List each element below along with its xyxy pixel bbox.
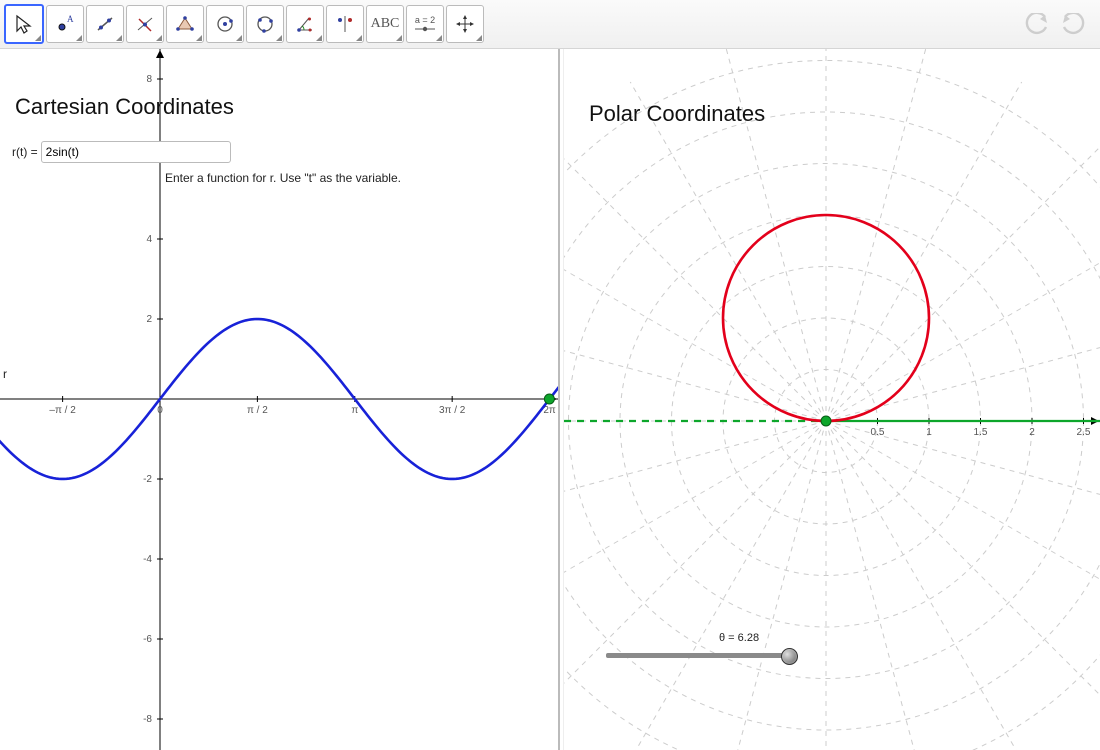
svg-text:-6: -6 bbox=[143, 634, 152, 645]
svg-text:1.5: 1.5 bbox=[974, 427, 988, 438]
svg-text:A: A bbox=[67, 14, 74, 24]
svg-text:π: π bbox=[351, 405, 358, 416]
cartesian-title: Cartesian Coordinates bbox=[15, 94, 234, 120]
move-tool[interactable] bbox=[4, 4, 44, 44]
slider-tool-label: a = 2 bbox=[415, 16, 435, 25]
r-axis-label: r bbox=[3, 367, 7, 381]
slider-tool[interactable]: a = 2 bbox=[406, 5, 444, 43]
svg-text:-4: -4 bbox=[143, 554, 152, 565]
polygon-tool[interactable] bbox=[166, 5, 204, 43]
text-tool[interactable]: ABC bbox=[366, 5, 404, 43]
undo-button[interactable] bbox=[1022, 10, 1054, 38]
polar-plot: 0.5 1 1.5 2 2.5 bbox=[564, 49, 1100, 750]
history-controls bbox=[1022, 10, 1096, 38]
function-input[interactable] bbox=[41, 141, 231, 163]
line-tool[interactable] bbox=[86, 5, 124, 43]
angle-tool[interactable] bbox=[286, 5, 324, 43]
function-input-prefix: r(t) = bbox=[12, 145, 38, 159]
circle-center-tool[interactable] bbox=[206, 5, 244, 43]
polar-pane[interactable]: 0.5 1 1.5 2 2.5 Polar Coordinates θ = 6.28 bbox=[564, 49, 1100, 750]
svg-text:2: 2 bbox=[1029, 427, 1035, 438]
svg-text:1: 1 bbox=[926, 427, 932, 438]
svg-text:2: 2 bbox=[146, 314, 152, 325]
theta-readout: θ = 6.28 bbox=[719, 632, 759, 644]
redo-button[interactable] bbox=[1056, 10, 1088, 38]
svg-text:π / 2: π / 2 bbox=[247, 405, 268, 416]
point-tool[interactable]: A bbox=[46, 5, 84, 43]
reflection-tool[interactable] bbox=[326, 5, 364, 43]
toolbar: A ABC a = 2 bbox=[0, 0, 1100, 49]
move-view-tool[interactable] bbox=[446, 5, 484, 43]
svg-text:3π / 2: 3π / 2 bbox=[439, 405, 466, 416]
svg-text:-2: -2 bbox=[143, 474, 152, 485]
workspace: -8-6-4-22468–π–π / 20π / 2π3π / 22π5π / … bbox=[0, 49, 1100, 750]
theta-slider-thumb[interactable] bbox=[781, 648, 798, 665]
svg-text:8: 8 bbox=[146, 74, 152, 85]
function-input-wrap: r(t) = bbox=[12, 141, 231, 163]
polar-title: Polar Coordinates bbox=[589, 101, 765, 127]
perpendicular-tool[interactable] bbox=[126, 5, 164, 43]
svg-text:0: 0 bbox=[157, 405, 163, 416]
svg-text:0.5: 0.5 bbox=[871, 427, 885, 438]
svg-text:4: 4 bbox=[146, 234, 152, 245]
svg-text:-8: -8 bbox=[143, 714, 152, 725]
theta-slider-track bbox=[606, 653, 792, 658]
text-tool-label: ABC bbox=[371, 16, 400, 32]
svg-text:2.5: 2.5 bbox=[1077, 427, 1091, 438]
cartesian-pane[interactable]: -8-6-4-22468–π–π / 20π / 2π3π / 22π5π / … bbox=[0, 49, 558, 750]
svg-text:–π / 2: –π / 2 bbox=[49, 405, 76, 416]
circle-3pts-tool[interactable] bbox=[246, 5, 284, 43]
function-instruction: Enter a function for r. Use "t" as the v… bbox=[165, 171, 401, 185]
theta-slider[interactable] bbox=[606, 653, 792, 658]
